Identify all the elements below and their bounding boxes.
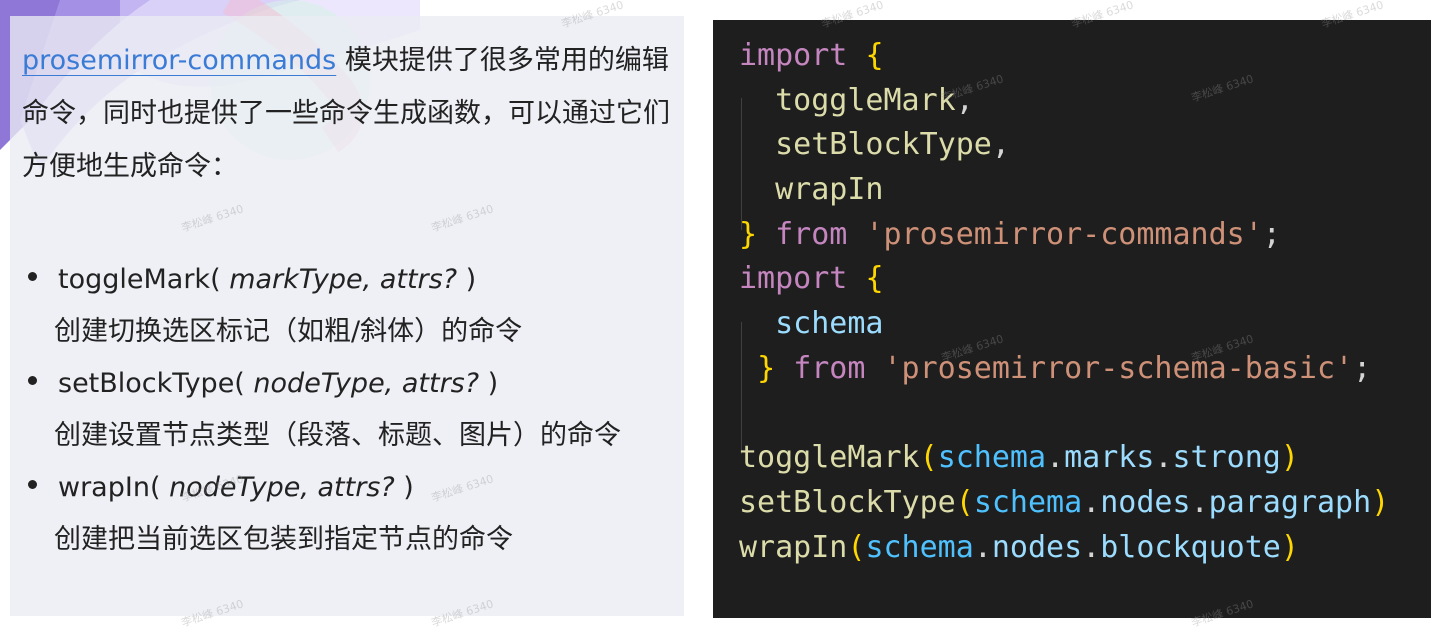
bullet-icon xyxy=(28,480,37,489)
code-line: toggleMark(schema.marks.strong) xyxy=(739,440,1299,476)
bullet-icon xyxy=(28,272,37,281)
command-description: 创建把当前选区包装到指定节点的命令 xyxy=(54,524,513,555)
command-params: nodeType, attrs? xyxy=(160,472,404,503)
code-line: } from 'prosemirror-commands'; xyxy=(739,216,1281,252)
description-panel: prosemirror-commands 模块提供了很多常用的编辑命令，同时也提… xyxy=(10,16,684,616)
command-name: setBlockType( xyxy=(58,368,245,399)
code-editor[interactable]: import { toggleMark, setBlockType, wrapI… xyxy=(713,20,1431,618)
command-close-paren: ) xyxy=(487,368,499,399)
command-signature: toggleMark( markType, attrs? ) xyxy=(58,254,682,306)
command-list: toggleMark( markType, attrs? ) 创建切换选区标记（… xyxy=(22,254,682,566)
command-signature: wrapIn( nodeType, attrs? ) xyxy=(58,462,682,514)
code-line: import { xyxy=(739,38,884,73)
code-line: schema xyxy=(775,306,884,342)
module-link[interactable]: prosemirror-commands xyxy=(22,45,336,76)
list-item-toggle-mark: toggleMark( markType, attrs? ) 创建切换选区标记（… xyxy=(22,254,682,358)
command-close-paren: ) xyxy=(465,264,477,295)
code-line: import { xyxy=(739,261,884,297)
slide: prosemirror-commands 模块提供了很多常用的编辑命令，同时也提… xyxy=(0,0,1444,638)
command-description: 创建切换选区标记（如粗/斜体）的命令 xyxy=(54,316,523,347)
code-line: toggleMark, xyxy=(775,82,974,118)
command-params: nodeType, attrs? xyxy=(244,368,488,399)
command-description: 创建设置节点类型（段落、标题、图片）的命令 xyxy=(54,420,621,451)
bullet-icon xyxy=(28,376,37,385)
list-item-set-block-type: setBlockType( nodeType, attrs? ) 创建设置节点类… xyxy=(22,358,682,462)
command-name: toggleMark( xyxy=(58,264,221,295)
code-block: import { toggleMark, setBlockType, wrapI… xyxy=(739,34,1389,570)
code-line: wrapIn(schema.nodes.blockquote) xyxy=(739,529,1299,565)
code-line: setBlockType, xyxy=(775,127,1010,163)
list-item-wrap-in: wrapIn( nodeType, attrs? ) 创建把当前选区包装到指定节… xyxy=(22,462,682,566)
command-close-paren: ) xyxy=(403,472,414,503)
intro-paragraph: prosemirror-commands 模块提供了很多常用的编辑命令，同时也提… xyxy=(22,34,672,193)
code-line: } from 'prosemirror-schema-basic'; xyxy=(757,350,1372,386)
command-name: wrapIn( xyxy=(58,472,161,503)
command-params: markType, attrs? xyxy=(220,264,466,295)
code-line: wrapIn xyxy=(775,172,884,208)
code-line: setBlockType(schema.nodes.paragraph) xyxy=(739,484,1390,520)
command-signature: setBlockType( nodeType, attrs? ) xyxy=(58,358,682,410)
